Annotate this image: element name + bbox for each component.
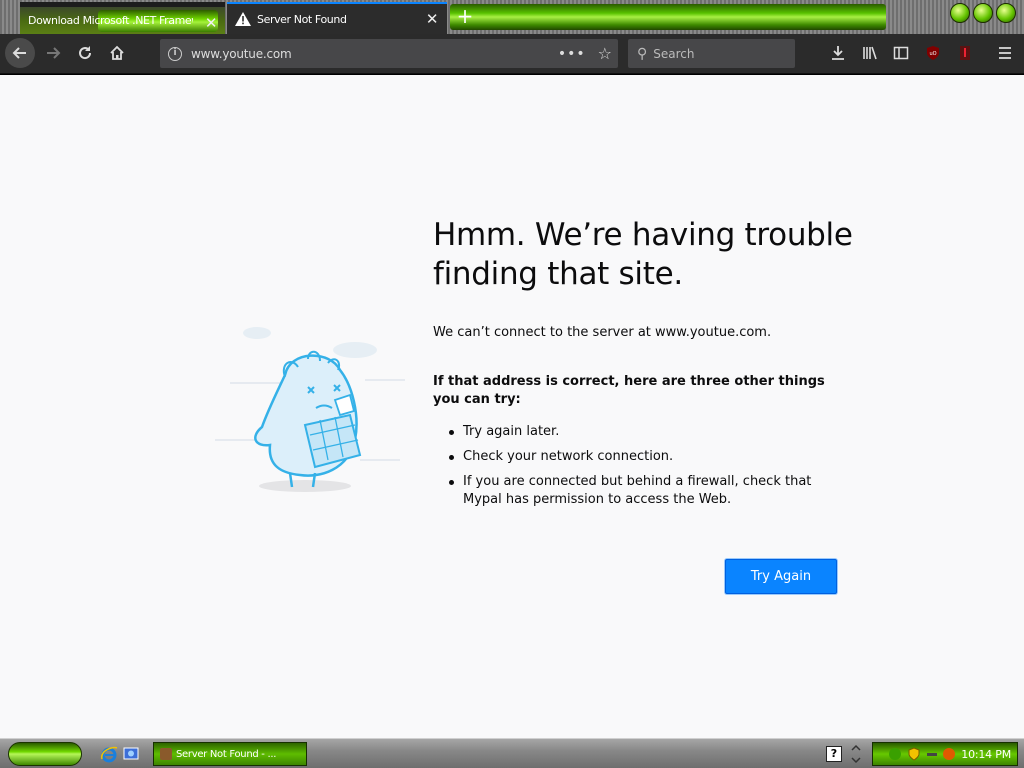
ublock-icon[interactable]: uO xyxy=(922,42,944,64)
list-item: If you are connected but behind a firewa… xyxy=(449,473,839,509)
tab-title: Server Not Found xyxy=(257,12,347,26)
tab-strip-skin xyxy=(450,4,886,30)
library-icon[interactable] xyxy=(859,42,881,64)
tab-strip: Download Microsoft .NET Framew ✕ Server … xyxy=(0,0,1024,34)
internet-explorer-icon[interactable] xyxy=(100,745,118,763)
error-description: We can’t connect to the server at www.yo… xyxy=(433,325,772,340)
hamburger-menu-icon[interactable] xyxy=(994,42,1016,64)
page-actions-icon[interactable]: ••• xyxy=(558,46,586,62)
error-page: Hmm. We’re having trouble finding that s… xyxy=(0,75,1024,738)
search-icon: ⚲ xyxy=(637,45,648,62)
search-tray-icon[interactable] xyxy=(943,748,956,760)
taskbar: Server Not Found - ... ? 10:14 PM xyxy=(0,738,1024,768)
show-desktop-icon[interactable] xyxy=(122,745,140,763)
tab-close-icon[interactable]: ✕ xyxy=(205,14,218,32)
new-tab-button[interactable]: + xyxy=(455,6,475,26)
taskbar-item-label: Server Not Found - ... xyxy=(176,748,277,760)
search-placeholder: Search xyxy=(653,46,695,61)
confused-dinosaur-illustration xyxy=(215,327,405,492)
svg-text:uO: uO xyxy=(930,51,937,57)
site-info-icon[interactable]: i xyxy=(168,46,182,61)
minus-icon[interactable] xyxy=(927,752,938,756)
error-title: Hmm. We’re having trouble finding that s… xyxy=(433,217,853,292)
tab-server-not-found[interactable]: Server Not Found ✕ xyxy=(227,2,447,34)
back-arrow-icon xyxy=(12,47,26,59)
bookmark-star-icon[interactable]: ☆ xyxy=(598,44,612,63)
back-button[interactable] xyxy=(5,38,35,68)
tab-download-dotnet[interactable]: Download Microsoft .NET Framew ✕ xyxy=(20,2,225,34)
security-shield-icon[interactable] xyxy=(907,747,921,761)
tab-title: Download Microsoft .NET Framew xyxy=(28,14,193,27)
list-item: Check your network connection. xyxy=(449,448,839,466)
warning-icon xyxy=(235,12,251,26)
maximize-button[interactable] xyxy=(973,3,993,23)
list-item: Try again later. xyxy=(449,423,839,441)
window-controls xyxy=(950,3,1016,23)
home-icon xyxy=(110,45,124,60)
reload-button[interactable] xyxy=(70,38,100,68)
suggestions-heading: If that address is correct, here are thr… xyxy=(433,374,825,407)
url-bar[interactable]: i www.youtue.com ••• ☆ xyxy=(160,39,618,68)
system-tray: 10:14 PM xyxy=(872,742,1018,766)
suggestions-list: Try again later. Check your network conn… xyxy=(449,423,839,516)
home-button[interactable] xyxy=(102,38,132,68)
help-icon[interactable]: ? xyxy=(826,746,842,762)
url-text[interactable]: www.youtue.com xyxy=(191,47,558,61)
navigation-toolbar: i www.youtue.com ••• ☆ ⚲ Search uO xyxy=(0,34,1024,74)
sidebar-icon[interactable] xyxy=(890,42,912,64)
clock[interactable]: 10:14 PM xyxy=(961,748,1011,761)
taskbar-item-browser[interactable]: Server Not Found - ... xyxy=(153,742,307,766)
network-icon[interactable] xyxy=(889,748,902,760)
tab-close-icon[interactable]: ✕ xyxy=(426,10,439,28)
search-bar[interactable]: ⚲ Search xyxy=(628,39,795,68)
language-bar-icon[interactable] xyxy=(850,744,862,764)
extension-icon[interactable] xyxy=(954,42,976,64)
forward-arrow-icon xyxy=(47,47,61,59)
close-window-button[interactable] xyxy=(996,3,1016,23)
downloads-icon[interactable] xyxy=(827,42,849,64)
reload-icon xyxy=(79,46,92,60)
try-again-button[interactable]: Try Again xyxy=(725,559,837,594)
browser-icon xyxy=(160,748,172,760)
start-button[interactable] xyxy=(8,742,82,766)
forward-button[interactable] xyxy=(38,38,68,68)
minimize-button[interactable] xyxy=(950,3,970,23)
